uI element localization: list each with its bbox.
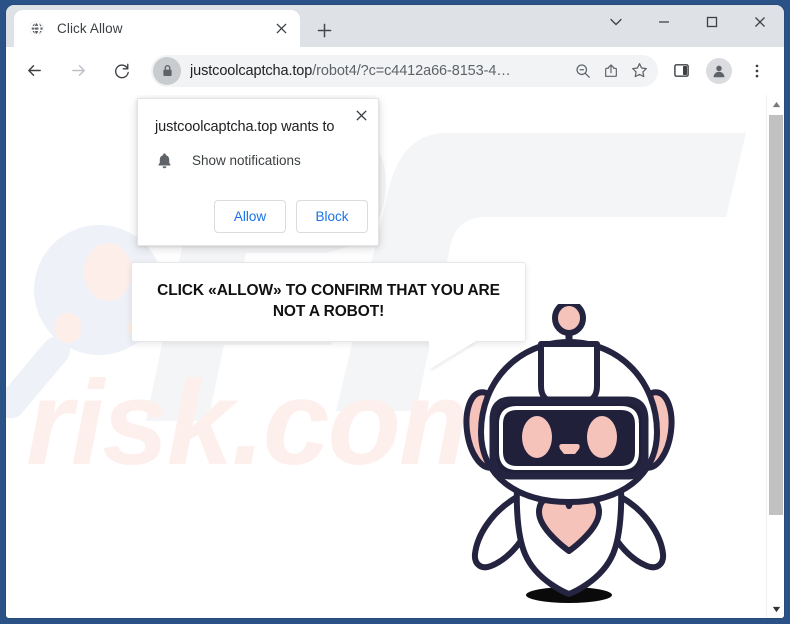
speech-bubble-box: CLICK «ALLOW» TO CONFIRM THAT YOU ARE NO…	[131, 262, 526, 342]
maximize-icon[interactable]	[688, 5, 736, 39]
tab-close-icon[interactable]	[270, 18, 292, 40]
dialog-actions: Allow Block	[214, 200, 368, 233]
background-magnifier-handle	[6, 331, 76, 425]
speech-bubble-tail	[429, 341, 476, 369]
address-bar[interactable]: justcoolcaptcha.top/robot4/?c=c4412a66-8…	[151, 54, 658, 87]
back-button[interactable]	[18, 55, 50, 87]
dialog-title: justcoolcaptcha.top wants to	[155, 119, 335, 135]
tab-title: Click Allow	[57, 21, 123, 36]
scroll-up-icon[interactable]	[767, 95, 784, 113]
url-text[interactable]: justcoolcaptcha.top/robot4/?c=c4412a66-8…	[190, 63, 568, 79]
notification-permission-dialog: justcoolcaptcha.top wants to Show notifi…	[137, 98, 379, 246]
new-tab-button[interactable]	[309, 15, 339, 45]
more-menu-icon[interactable]	[742, 56, 772, 86]
browser-window-frame: Click Allow justcoolcaptcha.top/robot4/?…	[0, 0, 790, 624]
background-circle-b	[54, 313, 82, 343]
scroll-down-icon[interactable]	[767, 600, 784, 618]
browser-tab-click-allow[interactable]: Click Allow	[14, 10, 300, 47]
dialog-permission-label: Show notifications	[192, 153, 301, 168]
browser-toolbar: justcoolcaptcha.top/robot4/?c=c4412a66-8…	[6, 47, 784, 95]
scrollbar-thumb[interactable]	[769, 115, 783, 515]
globe-icon	[28, 20, 45, 37]
page-viewport: risk.com CLICK «ALLOW» TO CONFIRM THAT Y…	[6, 95, 784, 618]
lock-icon[interactable]	[153, 56, 181, 85]
scrollbar-track[interactable]	[767, 113, 784, 600]
chrome-window: Click Allow justcoolcaptcha.top/robot4/?…	[6, 5, 784, 618]
profile-avatar-icon[interactable]	[706, 57, 732, 84]
close-icon[interactable]	[736, 5, 784, 39]
window-controls	[592, 5, 784, 47]
bell-icon	[155, 151, 174, 170]
forward-button[interactable]	[62, 55, 94, 87]
block-button[interactable]: Block	[296, 200, 368, 233]
tab-strip: Click Allow	[6, 5, 784, 47]
tab-search-chevron-down-icon[interactable]	[592, 5, 640, 39]
page-scrollbar[interactable]	[766, 95, 784, 618]
background-circle-a	[84, 243, 132, 301]
allow-button[interactable]: Allow	[214, 200, 286, 233]
watermark-text: risk.com	[26, 356, 506, 490]
toolbar-right-actions	[662, 56, 776, 86]
url-path: /robot4/?c=c4412a66-8153-4…	[312, 62, 511, 79]
speech-bubble-text: CLICK «ALLOW» TO CONFIRM THAT YOU ARE NO…	[157, 282, 500, 320]
bookmark-star-icon[interactable]	[626, 58, 652, 84]
side-panel-icon[interactable]	[666, 56, 696, 86]
zoom-out-icon[interactable]	[570, 58, 596, 84]
share-icon[interactable]	[598, 58, 624, 84]
url-host: justcoolcaptcha.top	[190, 62, 313, 79]
speech-bubble: CLICK «ALLOW» TO CONFIRM THAT YOU ARE NO…	[131, 262, 526, 369]
dialog-permission-row: Show notifications	[155, 151, 301, 170]
minimize-icon[interactable]	[640, 5, 688, 39]
reload-button[interactable]	[106, 55, 138, 87]
dialog-close-icon[interactable]	[350, 104, 372, 126]
